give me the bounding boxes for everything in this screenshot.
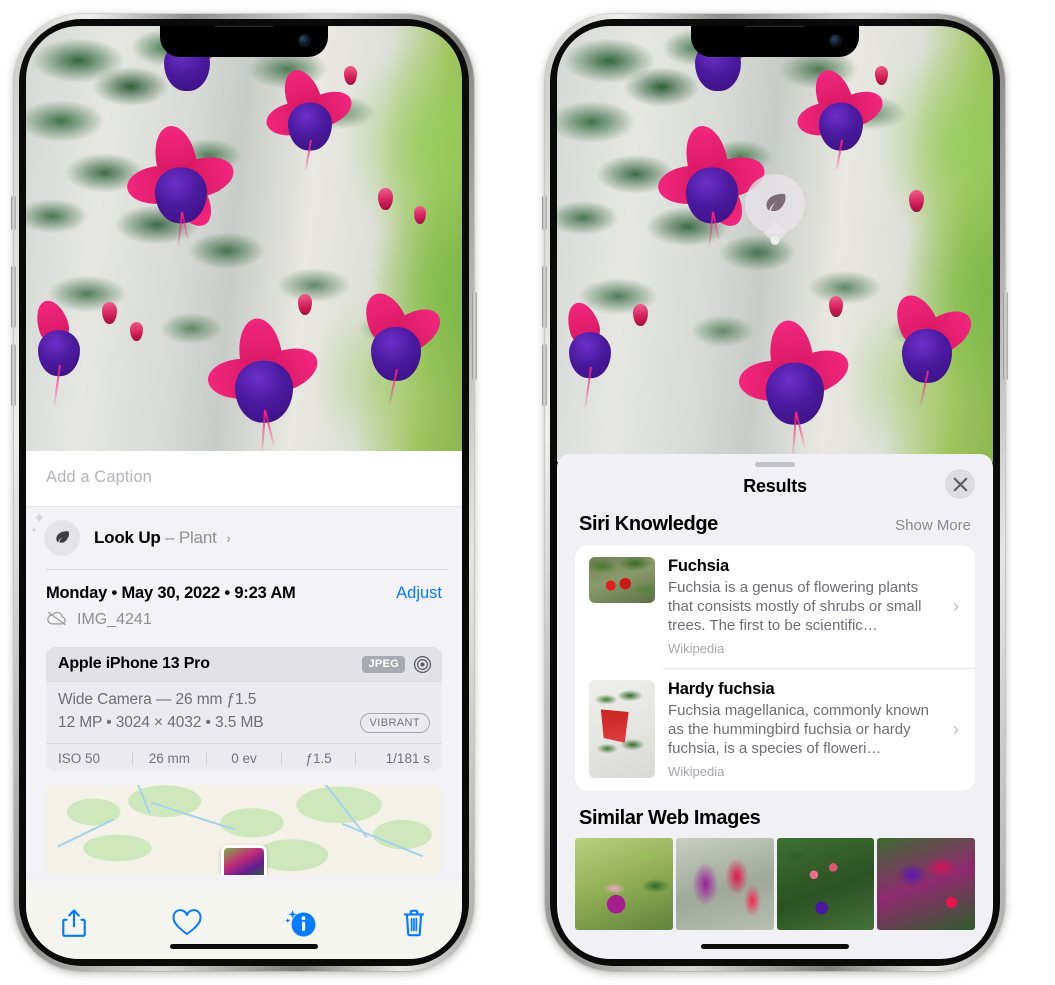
similar-image-thumb[interactable] <box>776 838 875 930</box>
visual-lookup-leaf-badge[interactable] <box>745 174 805 234</box>
knowledge-description: Fuchsia magellanica, commonly known as t… <box>668 702 929 757</box>
aperture-icon <box>413 655 432 674</box>
front-camera-icon <box>299 35 310 46</box>
flower-bloom <box>125 122 239 246</box>
notch <box>160 26 328 57</box>
left-phone-screen: Add a Caption ✦ ✦ Look Up – Plant › Mond… <box>26 26 462 959</box>
close-icon <box>953 477 967 491</box>
sparkle-icon: ✦ <box>30 525 38 535</box>
flower-bloom <box>263 65 357 170</box>
look-up-label: Look Up – Plant › <box>94 528 231 548</box>
photographic-style-badge: VIBRANT <box>359 712 430 733</box>
exif-ev: 0 ev <box>231 750 257 766</box>
similar-image-thumb[interactable] <box>675 838 774 930</box>
right-phone-screen: Results Siri Knowledge Show More Fuchsia… <box>557 26 993 959</box>
look-up-subject: Plant <box>178 528 217 547</box>
volume-down-button[interactable] <box>11 344 16 406</box>
show-more-button[interactable]: Show More <box>895 517 971 534</box>
section-title: Siri Knowledge <box>579 513 718 535</box>
home-indicator[interactable] <box>701 944 849 949</box>
siri-knowledge-header: Siri Knowledge Show More <box>557 511 993 545</box>
device-name: Apple iPhone 13 Pro <box>58 655 210 673</box>
similar-image-thumb[interactable] <box>877 838 975 930</box>
similar-images-strip <box>557 838 993 930</box>
knowledge-source: Wikipedia <box>668 641 725 656</box>
exif-shutter: 1/181 s <box>385 750 430 766</box>
sparkle-icon: ✦ <box>33 510 46 527</box>
earpiece-speaker <box>213 26 275 27</box>
look-up-dash: – <box>165 528 175 547</box>
info-button[interactable] <box>279 901 323 945</box>
knowledge-item[interactable]: Hardy fuchsia Fuchsia magellanica, commo… <box>575 668 975 791</box>
close-button[interactable] <box>945 469 975 499</box>
knowledge-description: Fuchsia is a genus of flowering plants t… <box>668 579 922 634</box>
section-title: Similar Web Images <box>579 807 761 829</box>
results-header: Results <box>557 467 993 511</box>
volume-up-button[interactable] <box>11 266 16 328</box>
metadata-block: Monday • May 30, 2022 • 9:23 AM Adjust I… <box>26 570 462 641</box>
exif-iso: ISO 50 <box>58 750 101 766</box>
favorite-button[interactable] <box>165 901 209 945</box>
sheet-title: Results <box>743 476 807 496</box>
capture-date: Monday • May 30, 2022 • 9:23 AM <box>46 583 296 602</box>
power-button[interactable] <box>1003 292 1008 380</box>
chevron-right-icon: › <box>953 596 959 616</box>
format-badge: JPEG <box>362 655 405 673</box>
knowledge-title: Fuchsia <box>668 557 729 575</box>
photo-location-pin[interactable] <box>221 844 267 875</box>
leaf-icon <box>44 520 80 556</box>
photo-info-sheet: Add a Caption ✦ ✦ Look Up – Plant › Mond… <box>26 451 462 959</box>
lens-info: Wide Camera — 26 mm ƒ1.5 <box>58 690 257 708</box>
look-up-title: Look Up <box>94 528 161 547</box>
similar-image-thumb[interactable] <box>575 838 673 930</box>
mute-switch[interactable] <box>542 196 547 230</box>
flower-bloom <box>735 317 855 454</box>
mute-switch[interactable] <box>11 196 16 230</box>
knowledge-item[interactable]: Fuchsia Fuchsia is a genus of flowering … <box>575 545 975 668</box>
file-name: IMG_4241 <box>77 611 152 629</box>
left-phone-device: Add a Caption ✦ ✦ Look Up – Plant › Mond… <box>11 14 477 971</box>
exif-row: ISO 50 26 mm 0 ev ƒ1.5 1/181 s <box>46 742 442 771</box>
knowledge-thumbnail <box>589 557 655 603</box>
look-up-icon-wrap: ✦ ✦ <box>30 511 80 556</box>
volume-down-button[interactable] <box>542 344 547 406</box>
screenshot-stage: Add a Caption ✦ ✦ Look Up – Plant › Mond… <box>0 0 1055 985</box>
caption-input[interactable]: Add a Caption <box>46 468 442 487</box>
look-up-row[interactable]: ✦ ✦ Look Up – Plant › <box>26 507 462 569</box>
leaf-icon <box>766 193 786 212</box>
results-sheet: Results Siri Knowledge Show More Fuchsia… <box>557 454 993 959</box>
delete-button[interactable] <box>392 901 436 945</box>
siri-knowledge-card: Fuchsia Fuchsia is a genus of flowering … <box>575 545 975 791</box>
flower-bloom <box>204 315 324 452</box>
chevron-right-icon: › <box>226 530 231 546</box>
photo-viewer[interactable] <box>557 26 993 462</box>
knowledge-thumbnail <box>589 680 655 778</box>
camera-card-header: Apple iPhone 13 Pro JPEG <box>46 646 442 682</box>
flower-bloom <box>344 286 448 405</box>
similar-images-header: Similar Web Images <box>557 791 993 838</box>
image-size-info: 12 MP • 3024 × 4032 • 3.5 MB <box>58 713 264 731</box>
exif-focal: 26 mm <box>148 750 191 766</box>
notch <box>691 26 859 57</box>
flower-bloom <box>794 65 888 170</box>
flower-bloom <box>875 288 979 407</box>
earpiece-speaker <box>744 26 806 27</box>
camera-info-card: Apple iPhone 13 Pro JPEG Wide Camera — 2… <box>46 646 442 771</box>
icloud-slash-icon <box>46 610 68 631</box>
knowledge-title: Hardy fuchsia <box>668 680 775 698</box>
knowledge-source: Wikipedia <box>668 764 725 779</box>
home-indicator[interactable] <box>170 944 318 949</box>
right-phone-device: Results Siri Knowledge Show More Fuchsia… <box>542 14 1008 971</box>
caption-field-container[interactable]: Add a Caption <box>26 451 462 507</box>
volume-up-button[interactable] <box>542 266 547 328</box>
exif-aperture: ƒ1.5 <box>305 750 332 766</box>
chevron-right-icon: › <box>953 719 959 739</box>
location-map[interactable] <box>46 784 442 875</box>
camera-card-body: Wide Camera — 26 mm ƒ1.5 12 MP • 3024 × … <box>46 682 442 743</box>
share-button[interactable] <box>52 901 96 945</box>
adjust-button[interactable]: Adjust <box>396 584 442 603</box>
photo-viewer[interactable] <box>26 26 462 458</box>
power-button[interactable] <box>472 292 477 380</box>
front-camera-icon <box>830 35 841 46</box>
